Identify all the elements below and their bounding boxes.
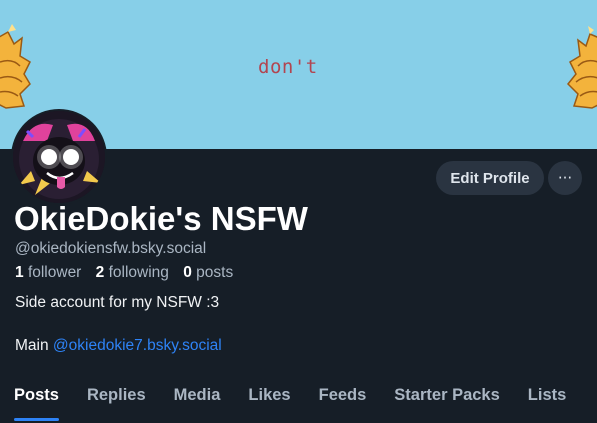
tab-label: Starter Packs [394,386,500,404]
active-tab-indicator [14,418,59,421]
profile-page: don't Edit Profile ··· OkieDokie's NSFW … [0,0,597,423]
tab-feeds[interactable]: Feeds [305,374,381,423]
fist-right-image [566,26,597,109]
followers-label: follower [27,264,82,281]
following-count: 2 [95,264,105,281]
following-link[interactable]: 2 following [96,264,169,281]
tab-label: Posts [14,386,59,404]
tab-label: Media [173,386,221,404]
followers-count: 1 [15,264,24,281]
tab-starter-packs[interactable]: Starter Packs [380,374,514,423]
bio-line-2: Main @okiedokie7.bsky.social [15,337,222,355]
tab-lists[interactable]: Lists [514,374,581,423]
posts-label: posts [196,264,234,281]
tab-label: Replies [86,386,146,404]
following-label: following [108,264,169,281]
followers-link[interactable]: 1 follower [15,264,81,281]
tab-media[interactable]: Media [160,374,235,423]
tab-replies[interactable]: Replies [73,374,160,423]
profile-handle: @okiedokiensfw.bsky.social [15,240,207,257]
avatar-image [13,111,105,203]
tab-posts[interactable]: Posts [0,374,73,423]
tab-likes[interactable]: Likes [234,374,304,423]
profile-tabs: Posts Replies Media Likes Feeds Starter … [0,374,597,423]
posts-stat: 0 posts [183,264,233,281]
bio-mention-link[interactable]: @okiedokie7.bsky.social [53,337,222,354]
display-name: OkieDokie's NSFW [14,200,308,237]
tab-label: Feeds [318,386,367,404]
banner-text: don't [258,56,318,78]
tab-label: Lists [527,386,567,404]
tab-label: Likes [248,386,291,404]
bio-line-1: Side account for my NSFW :3 [15,294,220,311]
profile-stats: 1 follower 2 following 0 posts [15,264,243,282]
edit-profile-button[interactable]: Edit Profile [436,161,544,195]
avatar[interactable] [11,109,107,205]
fist-left-image [0,24,31,109]
bio-main-label: Main [15,337,49,354]
more-options-button[interactable]: ··· [548,161,582,195]
posts-count: 0 [183,264,192,281]
ellipsis-icon: ··· [557,169,573,187]
